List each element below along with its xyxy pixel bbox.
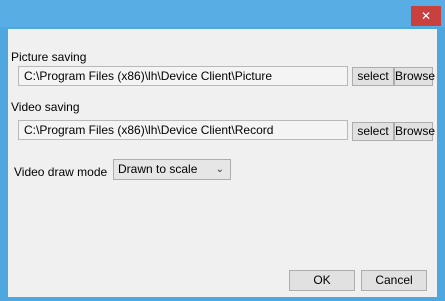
close-button[interactable]: ✕ — [411, 6, 441, 26]
video-select-button[interactable]: select — [352, 122, 394, 141]
cancel-button[interactable]: Cancel — [361, 270, 427, 291]
title-bar[interactable]: ✕ — [0, 0, 445, 27]
picture-saving-label: Picture saving — [11, 50, 87, 64]
video-browse-button[interactable]: Browse — [394, 122, 435, 141]
video-draw-mode-label: Video draw mode — [14, 165, 108, 179]
video-draw-mode-select[interactable]: Drawn to scale ⌄ — [113, 159, 231, 180]
picture-select-button[interactable]: select — [352, 67, 394, 86]
close-icon: ✕ — [420, 9, 432, 23]
chevron-down-icon: ⌄ — [215, 164, 224, 175]
video-saving-label: Video saving — [11, 100, 80, 114]
picture-path-field[interactable]: C:\Program Files (x86)\lh\Device Client\… — [18, 66, 348, 86]
picture-browse-button[interactable]: Browse — [394, 67, 435, 86]
video-draw-mode-value: Drawn to scale — [118, 162, 198, 176]
video-path-field[interactable]: C:\Program Files (x86)\lh\Device Client\… — [18, 120, 348, 140]
dialog-body: Picture saving C:\Program Files (x86)\lh… — [8, 29, 437, 297]
ok-button[interactable]: OK — [289, 270, 355, 291]
settings-dialog: ✕ Picture saving C:\Program Files (x86)\… — [0, 0, 445, 301]
